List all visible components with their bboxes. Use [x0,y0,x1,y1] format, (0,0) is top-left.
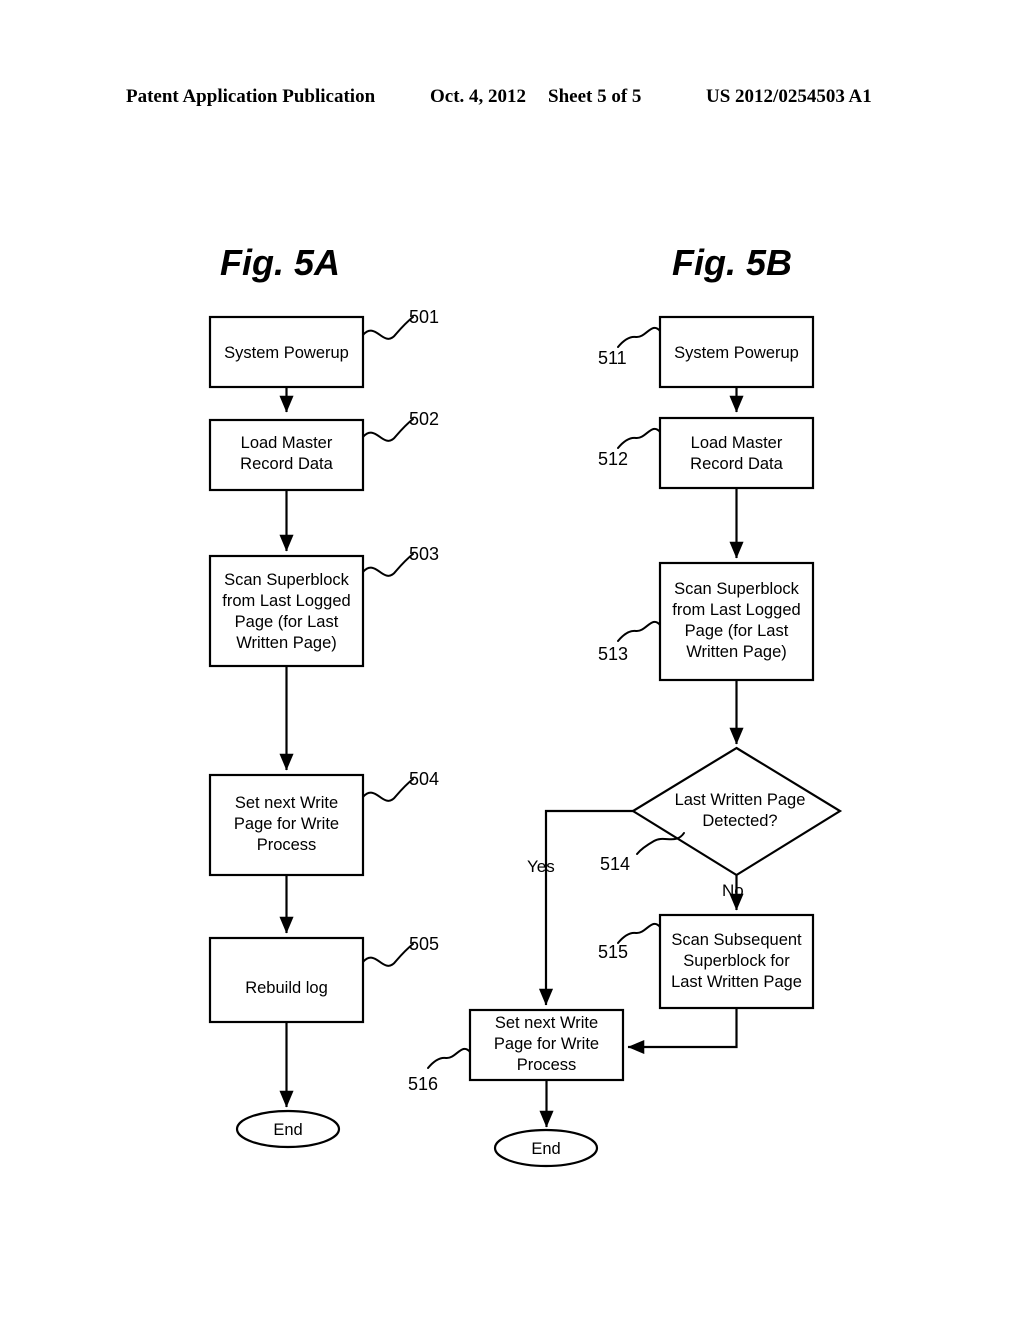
figure-5a: Fig. 5A System Powerup 501 Load Master R… [208,242,439,1149]
node-503: Scan Superblock from Last Logged Page (f… [208,554,365,668]
leader-503 [362,553,414,577]
ref-number-505: 505 [409,934,439,954]
leader-501 [362,316,414,340]
node-515-label-line2: Superblock for [683,952,790,970]
node-514-label-line1: Last Written Page [675,791,806,809]
leader-516 [427,1047,471,1069]
node-513-label-line1: Scan Superblock [674,580,799,598]
node-504-label-line1: Set next Write [235,794,338,812]
node-503-label-line4: Written Page) [236,634,337,652]
node-515-label-line1: Scan Subsequent [671,931,802,949]
node-504-label-line3: Process [257,836,317,854]
node-516-label-line3: Process [517,1056,577,1074]
node-516-label-line1: Set next Write [495,1014,598,1032]
ref-number-516: 516 [408,1074,438,1094]
ref-number-511: 511 [598,348,627,368]
node-501: System Powerup [208,315,365,389]
node-513: Scan Superblock from Last Logged Page (f… [658,561,815,682]
leader-512 [617,427,661,449]
ref-number-513: 513 [598,644,628,664]
node-end-5a-label: End [273,1121,302,1139]
node-512-box [658,416,815,490]
node-end-5b-label: End [531,1140,560,1158]
node-515: Scan Subsequent Superblock for Last Writ… [658,913,815,1010]
node-504-label-line2: Page for Write [234,815,339,833]
edge-yes-path [538,809,633,1006]
leader-502 [362,418,414,442]
ref-number-514: 514 [600,854,630,874]
node-514-label-line2: Detected? [702,812,777,830]
node-502: Load Master Record Data [208,418,365,492]
ref-number-504: 504 [409,769,439,789]
node-502-label-line2: Record Data [240,455,333,473]
edge-label-yes: Yes [527,857,555,876]
ref-number-503: 503 [409,544,439,564]
ref-number-502: 502 [409,409,439,429]
arrow-515-516 [627,1008,738,1055]
node-503-label-line3: Page (for Last [235,613,339,631]
node-515-label-line3: Last Written Page [671,973,802,991]
node-516: Set next Write Page for Write Process [468,1008,625,1082]
node-503-label-line2: from Last Logged [222,592,350,610]
node-516-label-line2: Page for Write [494,1035,599,1053]
node-512-label-line2: Record Data [690,455,783,473]
fig-5b-title: Fig. 5B [672,242,792,283]
node-505: Rebuild log [208,936,365,1024]
leader-505 [362,943,414,967]
node-end-5b: End [493,1128,599,1168]
node-501-label: System Powerup [224,344,349,362]
node-end-5a: End [235,1109,341,1149]
node-503-label-line1: Scan Superblock [224,571,349,589]
node-513-label-line4: Written Page) [686,643,787,661]
node-502-label-line1: Load Master [241,434,333,452]
node-514: Last Written Page Detected? [630,746,843,877]
leader-513 [617,620,661,642]
node-505-label: Rebuild log [245,979,328,997]
node-512: Load Master Record Data [658,416,815,490]
node-513-label-line2: from Last Logged [672,601,800,619]
figure-5b: Fig. 5B System Powerup 511 Load Master R… [408,242,843,1168]
node-511: System Powerup [658,315,815,389]
ref-number-515: 515 [598,942,628,962]
node-504: Set next Write Page for Write Process [208,773,365,877]
patent-sheet: Patent Application Publication Oct. 4, 2… [0,0,1024,1320]
fig-5a-title: Fig. 5A [220,242,340,283]
edge-label-no: No [722,881,744,900]
ref-number-501: 501 [409,307,439,327]
leader-511 [617,326,661,348]
node-513-label-line3: Page (for Last [685,622,789,640]
figures-canvas: Fig. 5A System Powerup 501 Load Master R… [208,242,843,1168]
ref-number-512: 512 [598,449,628,469]
leader-515 [617,922,661,944]
node-511-label: System Powerup [674,344,799,362]
node-512-label-line1: Load Master [691,434,783,452]
leader-504 [362,778,414,802]
